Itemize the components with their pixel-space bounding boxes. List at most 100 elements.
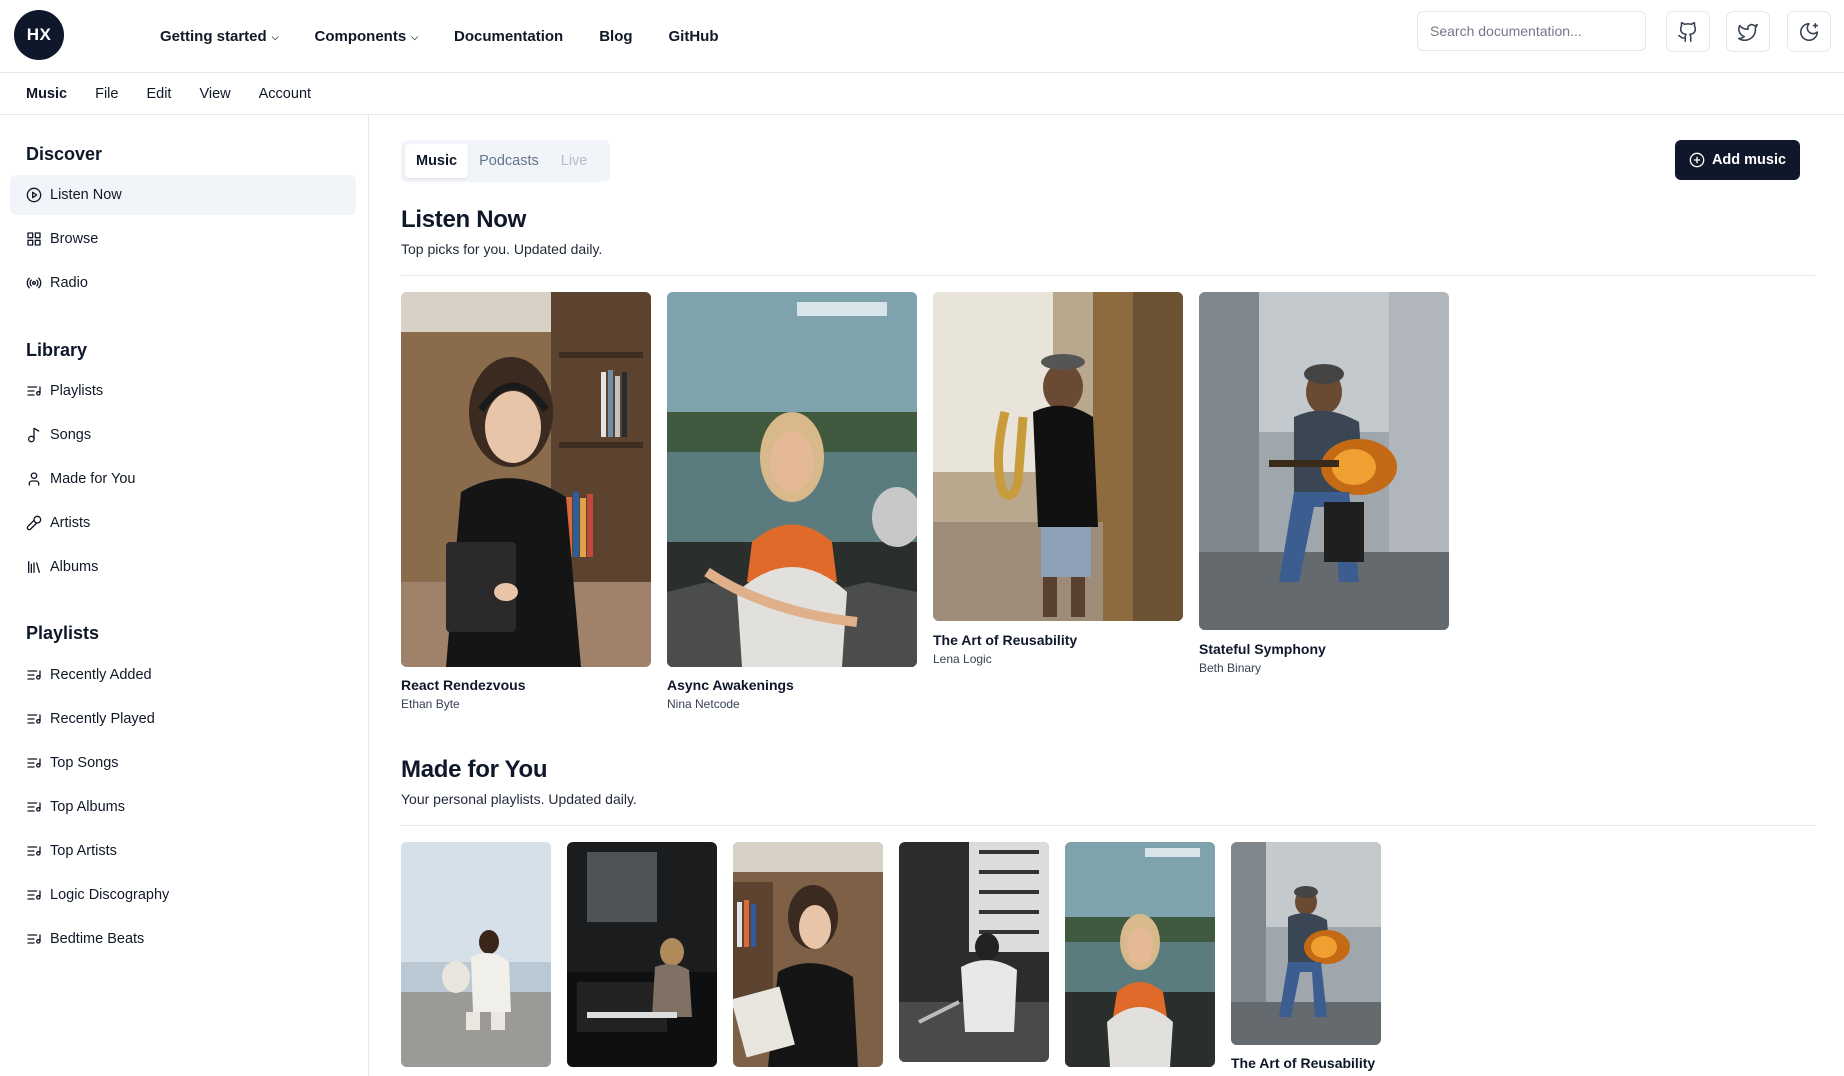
album-artist: Ethan Byte [401, 697, 460, 711]
sidebar-item-label: Playlists [50, 383, 104, 399]
album-title: React Rendezvous [401, 677, 526, 693]
sidebar-heading-library: Library [26, 340, 88, 360]
music-note-icon [28, 427, 40, 443]
album-cover-image [667, 292, 917, 667]
nav-github[interactable]: GitHub [669, 28, 719, 45]
plus-circle-icon [1689, 152, 1705, 168]
sidebar-item-artists[interactable]: Artists [10, 503, 356, 543]
playlist-icon [27, 890, 41, 900]
twitter-button[interactable] [1726, 11, 1770, 52]
section-subtitle-made-for-you: Your personal playlists. Updated daily. [401, 791, 637, 807]
menu-file[interactable]: File [95, 86, 118, 102]
menu-music[interactable]: Music [26, 86, 67, 102]
twitter-icon [1738, 23, 1758, 41]
menu-account[interactable]: Account [259, 86, 311, 102]
sidebar-item-playlists[interactable]: Playlists [10, 371, 356, 411]
sidebar-item-label: Albums [50, 559, 99, 575]
playlist-icon [27, 934, 41, 944]
menu-edit[interactable]: Edit [146, 86, 171, 102]
nav-link-label: Components [314, 28, 407, 45]
user-icon [28, 472, 40, 486]
sidebar-item-top-artists[interactable]: Top Artists [10, 831, 356, 871]
sidebar-item-label: Listen Now [50, 187, 122, 203]
theme-toggle-icon [1800, 22, 1819, 41]
sidebar-item-bedtime-beats[interactable]: Bedtime Beats [10, 919, 356, 959]
tab-live: Live [560, 153, 588, 169]
sidebar-item-browse[interactable]: Browse [10, 219, 356, 259]
sidebar-item-label: Artists [50, 515, 91, 531]
playlist-icon [27, 670, 41, 680]
sidebar-item-albums[interactable]: Albums [10, 547, 356, 587]
logo[interactable]: HX [14, 10, 64, 60]
add-music-label: Add music [1711, 152, 1787, 168]
playlist-cover-image [733, 842, 883, 1067]
nav-link-label: Getting started [160, 28, 267, 45]
sidebar-item-label: Top Albums [50, 799, 125, 815]
sidebar-item-label: Browse [50, 231, 99, 247]
sidebar-item-label: Bedtime Beats [50, 931, 145, 947]
add-music-button[interactable]: Add music [1675, 140, 1800, 180]
sidebar-item-songs[interactable]: Songs [10, 415, 356, 455]
chevron-down-icon: ⌵ [411, 32, 419, 42]
playlist-icon [27, 714, 41, 724]
nav-blog[interactable]: Blog [599, 28, 632, 45]
github-icon [1678, 21, 1697, 42]
section-divider [401, 825, 1815, 826]
album-artist: Beth Binary [1199, 661, 1262, 675]
playlist-title: The Art of Reusability [1231, 1055, 1376, 1071]
nav-components[interactable]: Components ⌵ [315, 28, 419, 45]
top-navigation: HX Getting started ⌵ Components ⌵ Docume… [0, 0, 1844, 73]
album-title: Stateful Symphony [1199, 641, 1326, 657]
sidebar-heading-discover: Discover [26, 144, 103, 164]
chevron-down-icon: ⌵ [271, 32, 279, 42]
album-artist: Lena Logic [933, 652, 992, 666]
playlist-icon [27, 758, 41, 768]
menubar: Music File Edit View Account [0, 73, 1844, 115]
playlist-cover-image [899, 842, 1049, 1062]
section-title-listen-now: Listen Now [401, 206, 527, 233]
playlist-cover-image [1231, 842, 1381, 1045]
sidebar-item-label: Logic Discography [50, 887, 170, 903]
sidebar-heading-playlists: Playlists [26, 623, 100, 643]
playlist-icon [27, 802, 41, 812]
album-cover-image [933, 292, 1183, 621]
sidebar-item-label: Recently Played [50, 711, 155, 727]
sidebar-item-listen-now[interactable]: Listen Now [10, 175, 356, 215]
section-subtitle-listen-now: Top picks for you. Updated daily. [401, 241, 603, 257]
theme-toggle-button[interactable] [1787, 11, 1831, 52]
nav-link-label: Documentation [454, 28, 564, 45]
main-nav: Getting started ⌵ Components ⌵ Documenta… [160, 0, 755, 73]
sidebar-item-recently-added[interactable]: Recently Added [10, 655, 356, 695]
sidebar-item-top-albums[interactable]: Top Albums [10, 787, 356, 827]
sidebar-item-logic-discography[interactable]: Logic Discography [10, 875, 356, 915]
album-artist: Nina Netcode [667, 697, 740, 711]
play-circle-icon [26, 187, 42, 203]
sidebar-item-radio[interactable]: Radio [10, 263, 356, 303]
nav-link-label: Blog [599, 28, 633, 45]
playlist-cover-image [401, 842, 551, 1067]
section-divider [401, 275, 1815, 276]
menu-view[interactable]: View [199, 86, 230, 102]
tab-podcasts[interactable]: Podcasts [468, 144, 550, 178]
playlist-cover-image [567, 842, 717, 1067]
album-cover-image [1199, 292, 1449, 630]
sidebar-item-label: Radio [50, 275, 88, 291]
radio-icon [26, 277, 42, 289]
sidebar-item-label: Made for You [50, 471, 136, 487]
album-title: The Art of Reusability [933, 632, 1078, 648]
content-tabs: Music Podcasts Live [401, 140, 610, 182]
tab-music[interactable]: Music [405, 144, 469, 178]
nav-getting-started[interactable]: Getting started ⌵ [160, 28, 279, 45]
sidebar-item-recently-played[interactable]: Recently Played [10, 699, 356, 739]
playlist-cover-image [1065, 842, 1215, 1067]
sidebar-item-made-for-you[interactable]: Made for You [10, 459, 356, 499]
sidebar-item-top-songs[interactable]: Top Songs [10, 743, 356, 783]
section-title-made-for-you: Made for You [401, 756, 548, 783]
playlist-icon [27, 846, 41, 856]
nav-documentation[interactable]: Documentation [454, 28, 563, 45]
grid-icon [27, 232, 41, 246]
album-title: Async Awakenings [667, 677, 794, 693]
search-input[interactable] [1417, 11, 1646, 51]
sidebar-item-label: Top Artists [50, 843, 117, 859]
github-button[interactable] [1666, 11, 1710, 52]
